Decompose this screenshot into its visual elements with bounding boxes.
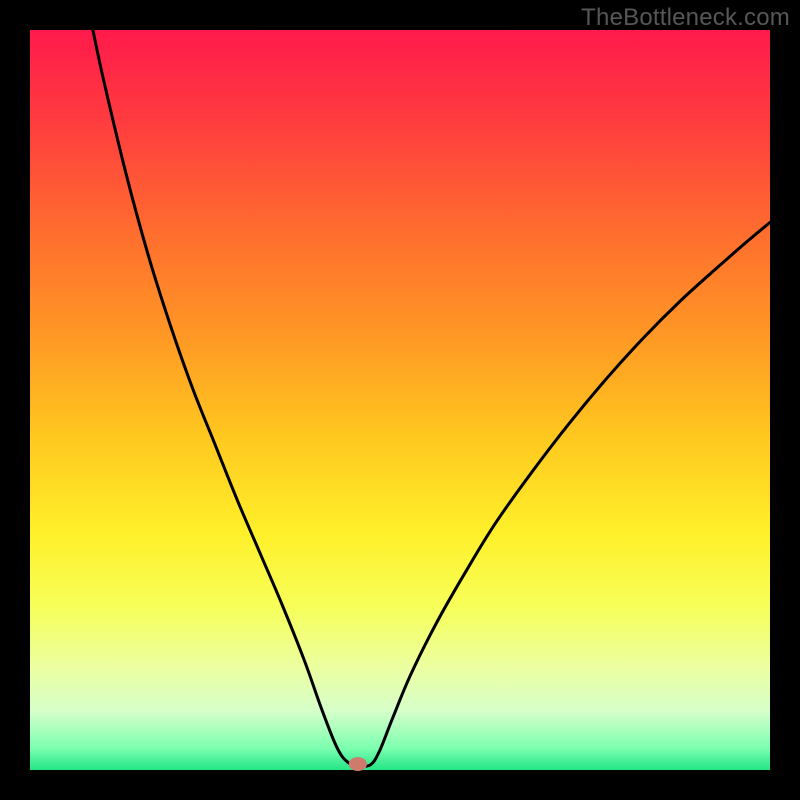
marker-dot [349, 757, 367, 771]
plot-background [30, 30, 770, 770]
chart-svg [0, 0, 800, 800]
watermark-text: TheBottleneck.com [581, 4, 790, 32]
chart-frame: TheBottleneck.com [0, 0, 800, 800]
